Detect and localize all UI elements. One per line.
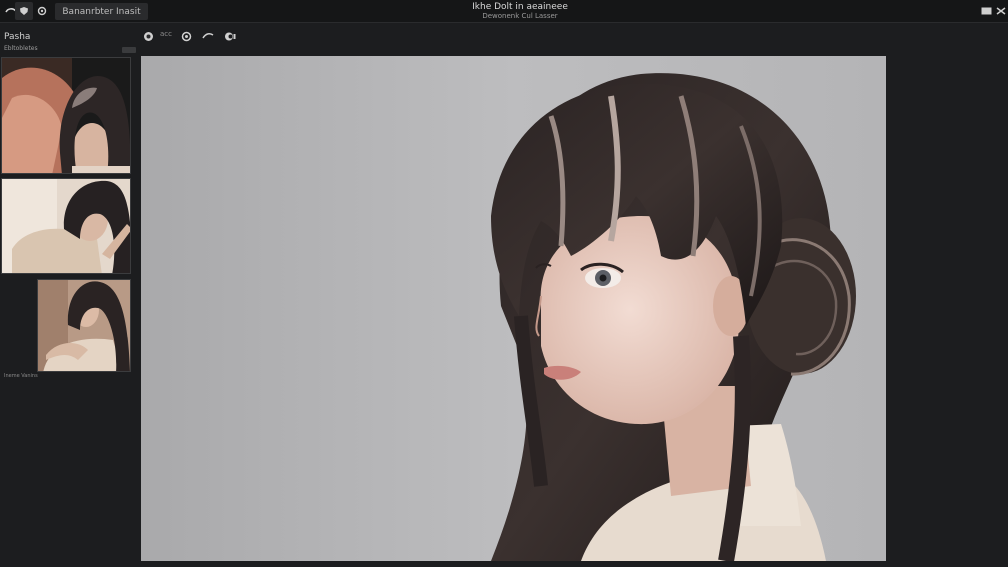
thumbnail-3[interactable]: [37, 279, 131, 372]
tool-row: acc: [138, 27, 888, 45]
right-panel: [886, 45, 1008, 567]
brush-icon[interactable]: [200, 28, 216, 44]
circle-tool-icon[interactable]: [178, 28, 194, 44]
shield-icon[interactable]: [15, 2, 33, 20]
panel-subtitle: Ebltobletes: [4, 45, 38, 52]
thumbnail-1-image: [2, 58, 130, 173]
tool-label: acc: [160, 30, 172, 38]
window-icon[interactable]: [978, 3, 994, 19]
portrait-image: [141, 56, 886, 561]
thumbnail-2[interactable]: [1, 178, 131, 274]
window-subtitle: Dewonenk Cul Lasser: [482, 12, 558, 20]
panel-badge[interactable]: [122, 47, 136, 53]
window-title: Ikhe Dolt in aeaineee: [472, 2, 568, 12]
adjust-icon[interactable]: [222, 28, 238, 44]
thumbnail-caption: Ineme Vanins: [4, 373, 38, 379]
close-icon[interactable]: [993, 3, 1008, 19]
camera-icon[interactable]: [140, 28, 156, 44]
settings-icon[interactable]: [33, 2, 51, 20]
image-canvas[interactable]: [141, 56, 886, 561]
thumbnail-2-image: [2, 179, 130, 273]
document-tab[interactable]: Bananrbter Inasit: [55, 3, 148, 20]
panel-title: Pasha: [4, 32, 31, 42]
title-bar: Bananrbter Inasit Ikhe Dolt in aeaineee …: [0, 0, 1008, 23]
thumbnail-1[interactable]: [1, 57, 131, 174]
thumbnail-3-image: [38, 280, 130, 371]
